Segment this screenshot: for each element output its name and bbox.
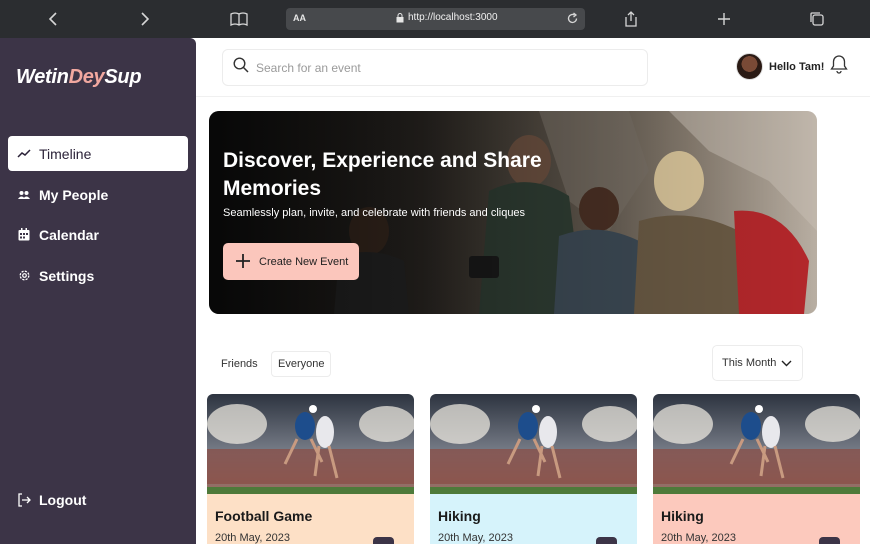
bell-icon[interactable] [830, 54, 849, 79]
event-card[interactable]: Hiking 20th May, 2023 [430, 394, 637, 544]
user-menu[interactable]: Hello Tam! [736, 53, 849, 80]
sidebar-item-calendar[interactable]: Calendar [8, 217, 188, 252]
lock-icon [396, 12, 404, 22]
filter-everyone[interactable]: Everyone [271, 351, 332, 377]
sidebar-item-label: My People [39, 186, 109, 203]
back-icon[interactable] [42, 8, 64, 30]
avatar[interactable] [736, 53, 763, 80]
event-card-body: Hiking 20th May, 2023 [653, 494, 860, 544]
logo-text-dey: Dey [68, 66, 105, 88]
text-size-button[interactable]: AA [293, 13, 306, 23]
event-menu-button[interactable] [819, 537, 840, 544]
event-menu-button[interactable] [596, 537, 617, 544]
event-title: Football Game [215, 508, 313, 524]
hero-banner: Discover, Experience and Share Memories … [209, 111, 817, 314]
event-date: 20th May, 2023 [215, 532, 291, 544]
trend-icon [17, 147, 31, 161]
event-card-body: Hiking 20th May, 2023 [430, 494, 637, 544]
share-icon[interactable] [620, 8, 642, 30]
event-image [430, 394, 637, 494]
event-date: 20th May, 2023 [438, 532, 514, 544]
sidebar-item-label: Calendar [39, 226, 99, 243]
people-icon [17, 188, 31, 202]
sidebar-item-label: Settings [39, 267, 95, 284]
event-date: 20th May, 2023 [661, 532, 737, 544]
calendar-icon [17, 228, 31, 242]
address-bar[interactable]: AA http://localhost:3000 [286, 8, 585, 30]
event-image [207, 394, 414, 494]
search-bar[interactable] [222, 49, 648, 86]
new-tab-icon[interactable] [713, 8, 735, 30]
url-text: http://localhost:3000 [408, 12, 498, 23]
event-card[interactable]: Football Game 20th May, 2023 [207, 394, 414, 544]
logout-icon [17, 492, 31, 507]
gear-icon [17, 269, 31, 283]
create-event-button[interactable]: Create New Event [223, 243, 359, 280]
search-input[interactable] [256, 60, 616, 75]
period-select[interactable]: This Month [712, 345, 803, 381]
search-icon [233, 57, 249, 78]
browser-toolbar: AA http://localhost:3000 [0, 0, 870, 38]
event-image [653, 394, 860, 494]
event-title: Hiking [661, 508, 704, 524]
hero-title: Discover, Experience and Share Memories [223, 149, 542, 200]
sidebar: WetinDeySup Timeline My People Calendar … [0, 38, 196, 544]
app-logo[interactable]: WetinDeySup [16, 66, 142, 89]
sidebar-item-my-people[interactable]: My People [8, 177, 188, 212]
reload-icon[interactable] [566, 12, 579, 30]
sidebar-item-label: Timeline [39, 145, 92, 162]
sidebar-item-timeline[interactable]: Timeline [8, 136, 188, 171]
reader-book-icon[interactable] [228, 8, 250, 30]
chevron-down-icon [781, 358, 792, 370]
plus-icon [235, 251, 251, 273]
url-display: http://localhost:3000 [396, 12, 498, 23]
event-menu-button[interactable] [373, 537, 394, 544]
logo-text-sup: Sup [104, 66, 142, 88]
logout-label: Logout [39, 491, 87, 508]
hero-subtitle: Seamlessly plan, invite, and celebrate w… [223, 207, 526, 219]
event-card-body: Football Game 20th May, 2023 [207, 494, 414, 544]
create-event-label: Create New Event [259, 255, 349, 268]
event-card[interactable]: Hiking 20th May, 2023 [653, 394, 860, 544]
greeting-text: Hello Tam! [769, 60, 825, 73]
header-divider [196, 96, 870, 97]
sidebar-item-settings[interactable]: Settings [8, 258, 188, 293]
event-title: Hiking [438, 508, 481, 524]
forward-icon[interactable] [134, 8, 156, 30]
logo-text-wetin: Wetin [16, 66, 69, 88]
tabs-overview-icon[interactable] [806, 8, 828, 30]
filter-friends[interactable]: Friends [215, 351, 264, 377]
logout-button[interactable]: Logout [8, 482, 188, 517]
period-select-value: This Month [722, 357, 777, 369]
